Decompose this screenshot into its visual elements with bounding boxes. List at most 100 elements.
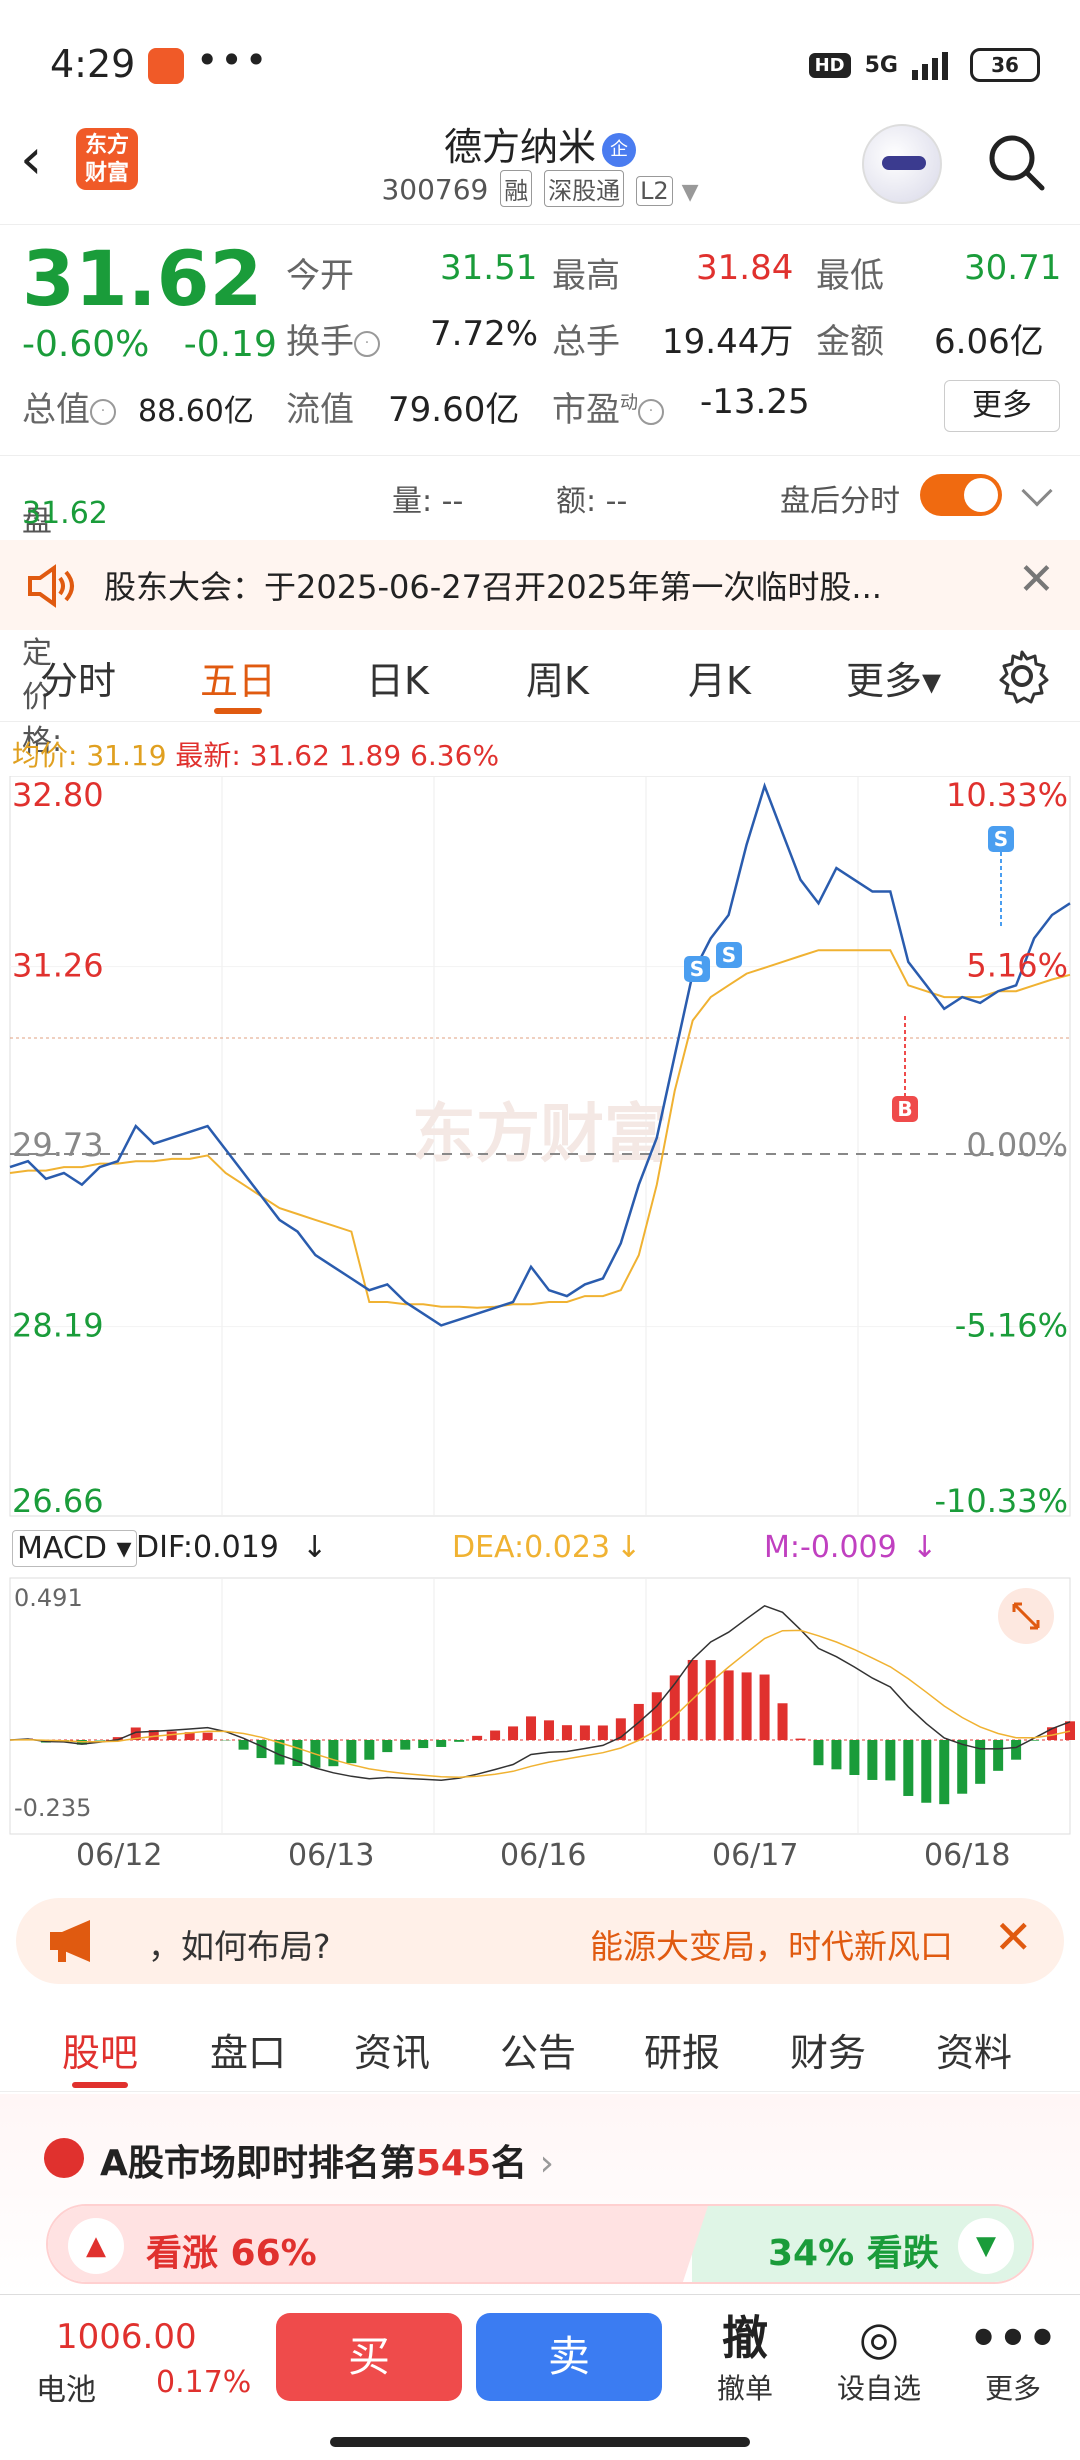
macd-bar [454,1740,465,1742]
y-tick-label: 28.19 [12,1307,104,1345]
vote-up-label: 看涨 66% [146,2233,317,2274]
after-hours-toggle[interactable] [920,474,1002,516]
tab-news[interactable]: 资讯 [354,2022,430,2077]
volume-value: 19.44万 [662,322,794,362]
more-label: 更多 [984,2372,1041,2405]
more-button[interactable]: 更多 [944,380,1060,432]
m-value: M:-0.009 [764,1530,897,1565]
tab-profile[interactable]: 资料 [936,2022,1012,2077]
buy-button[interactable]: 买 [276,2313,462,2401]
sell-button[interactable]: 卖 [476,2313,662,2401]
info-icon: · [354,330,380,357]
macd-bar [849,1740,860,1775]
buy-marker[interactable]: B [892,1096,918,1122]
tab-guba[interactable]: 股吧 [62,2022,138,2088]
dea-value: DEA:0.023 [452,1530,611,1565]
after-hours-bar: 盘后固定价格: 31.62 量: -- 额: -- 盘后分时 [0,455,1080,759]
macd-bar [741,1672,752,1740]
rank-title[interactable]: A股市场即时排名第545名 › [100,2134,554,2186]
low-label: 最低 [816,256,884,296]
tab-weekly-k[interactable]: 周K [526,650,589,705]
macd-bar [903,1740,914,1796]
date-axis: 06/12 06/13 06/16 06/17 06/18 [0,1832,1080,1882]
tab-finance[interactable]: 财务 [790,2022,866,2077]
status-bar: 4:29 ••• HD 5G 36 [0,0,1080,120]
macd-bar [975,1740,986,1784]
after-hours-volume: 量: -- [392,484,464,519]
amount-value: 6.06亿 [934,322,1044,362]
info-icon: · [638,398,664,425]
enterprise-badge: 企 [602,132,636,167]
rank-suffix: 名 [491,2143,528,2184]
high-label: 最高 [552,256,620,296]
y-pct-label: -10.33% [934,1482,1068,1520]
home-indicator[interactable] [330,2437,750,2447]
market-value-label[interactable]: 总值 · [22,382,116,431]
tab-more[interactable]: 更多▾ [846,650,941,705]
macd-bar [885,1740,896,1781]
cancel-order-icon: 撤 [722,2311,768,2365]
macd-header: MACD ▾ DIF:0.019 ↓ DEA:0.023 ↓ M:-0.009 ↓ [12,1528,1072,1574]
pe-label[interactable]: 市盈动 · [552,382,664,431]
macd-bar [1011,1740,1022,1760]
tab-pankou[interactable]: 盘口 [210,2022,286,2077]
dif-value: DIF:0.019 [136,1530,279,1565]
macd-chart[interactable]: 0.491 -0.235 [0,1570,1080,1840]
sell-marker[interactable]: S [988,826,1014,852]
more-menu-button[interactable]: ••• 更多 [958,2309,1068,2407]
high-value: 31.84 [696,248,794,288]
signal-icon [912,52,948,80]
cancel-order-button[interactable]: 撤 撤单 [690,2309,800,2407]
macd-selector[interactable]: MACD ▾ [12,1530,137,1567]
amount-label: 金额 [816,322,884,362]
macd-bar [939,1740,950,1805]
sector-index-value[interactable]: 1006.00 [56,2317,197,2357]
mv-label-text: 总值 [22,390,90,430]
pe-value: -13.25 [700,382,810,422]
vote-down-button[interactable]: ▼ [958,2218,1014,2274]
expand-icon[interactable] [998,1588,1054,1644]
tab-intraday[interactable]: 分时 [40,650,116,705]
add-watchlist-button[interactable]: ◎ 设自选 [824,2309,934,2407]
sell-marker[interactable]: S [684,956,710,982]
y-tick-label: 32.80 [12,776,104,814]
tab-five-day[interactable]: 五日 [200,650,276,714]
tab-daily-k[interactable]: 日K [366,650,429,705]
macd-label: MACD [17,1531,107,1566]
chevron-down-icon[interactable] [1021,475,1053,507]
stock-code: 300769 [381,173,489,206]
macd-bar [436,1740,447,1747]
y-tick-label: 29.73 [12,1126,104,1164]
close-icon[interactable]: ✕ [1018,554,1055,605]
date-label: 06/17 [712,1838,799,1873]
close-icon[interactable]: ✕ [994,1910,1033,1964]
macd-bar [346,1740,357,1764]
stock-header: ‹ 东方 财富 德方纳米企 300769 融 深股通 L2 ▼ [0,110,1080,225]
gear-icon[interactable] [994,648,1050,704]
change-percent: -0.60% [22,324,150,365]
notice-bar[interactable]: 股东大会：于2025-06-27召开2025年第一次临时股... ✕ [0,540,1080,630]
sector-change: 0.17% [156,2365,252,2400]
y-pct-label: 5.16% [966,947,1068,985]
speaker-icon [28,564,74,608]
tab-research[interactable]: 研报 [644,2022,720,2077]
hd-icon: HD [808,52,851,78]
macd-bar [508,1726,519,1740]
vote-up-button[interactable]: ▲ [68,2218,124,2274]
open-label: 今开 [286,256,354,296]
tab-monthly-k[interactable]: 月K [688,650,751,705]
five-day-chart[interactable]: 东方财富 32.80 10.33% 31.26 5.16% 29.73 0.00% 28.1… [0,776,1080,1520]
rank-number: 545 [415,2143,492,2184]
search-icon[interactable] [986,132,1046,192]
chevron-down-icon: ▼ [681,180,699,205]
last-value: 31.62 [249,739,330,772]
tab-announcements[interactable]: 公告 [500,2022,576,2077]
assistant-robot-icon[interactable] [862,124,942,204]
turnover-label[interactable]: 换手 · [286,314,380,363]
ad-banner[interactable]: ，如何布局? 能源大变局，时代新风口 ✕ [16,1898,1064,1984]
tag-l2: L2 [636,176,673,206]
sell-marker[interactable]: S [716,942,742,968]
macd-bar [723,1670,734,1740]
macd-bar [238,1740,249,1750]
tag-connect: 深股通 [544,170,625,207]
